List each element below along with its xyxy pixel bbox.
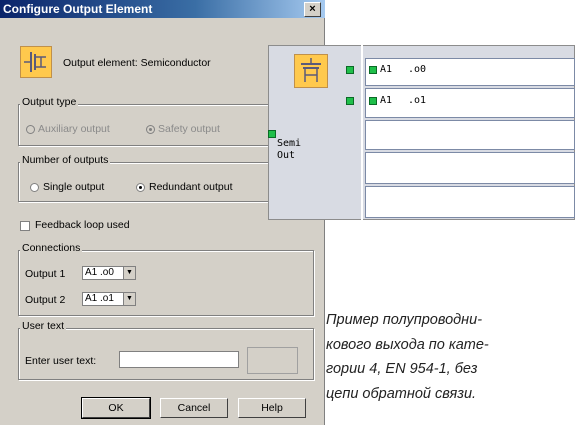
cancel-button[interactable]: Cancel: [160, 398, 228, 418]
help-button[interactable]: Help: [238, 398, 306, 418]
chevron-down-icon[interactable]: ▼: [123, 267, 135, 279]
output-2-address: A1: [380, 95, 393, 106]
output-1-address: A1: [380, 64, 393, 75]
element-type-label: Output element: Semiconductor: [63, 57, 211, 69]
auxiliary-output-label: Auxiliary output: [38, 123, 110, 135]
caption-line-1: Пример полупроводни-: [326, 312, 483, 328]
block-label-line1: Semi: [277, 138, 302, 149]
output-connector-2[interactable]: [346, 97, 354, 105]
caption-line-3: гории 4, EN 954-1, без: [326, 361, 478, 377]
single-output-radio[interactable]: [30, 183, 39, 192]
user-text-input[interactable]: [119, 351, 239, 368]
feedback-loop-checkbox[interactable]: [20, 221, 30, 231]
output-1-channel: .o0: [408, 64, 427, 75]
output-2-label: Output 2: [25, 294, 66, 306]
input-connector[interactable]: [268, 130, 276, 138]
user-text-preview: [247, 347, 298, 374]
user-text-label: User text: [20, 320, 67, 332]
redundant-output-radio[interactable]: [136, 183, 145, 192]
output-type-label: Output type: [20, 96, 79, 108]
output-connector-1[interactable]: [346, 66, 354, 74]
safety-output-label: Safety output: [158, 123, 220, 135]
output-row-2[interactable]: [365, 88, 575, 118]
output-row-5[interactable]: [365, 186, 575, 218]
ok-button[interactable]: OK: [81, 397, 151, 419]
output-1-label: Output 1: [25, 268, 66, 280]
caption-line-4: цепи обратной связи.: [326, 385, 477, 402]
output-row-3[interactable]: [365, 120, 575, 150]
caption-line-2: кового выхода по кате-: [326, 336, 489, 353]
semiconductor-icon: [20, 46, 52, 78]
single-output-label: Single output: [43, 181, 105, 193]
semiconductor-icon: [294, 54, 328, 88]
row-1-connector[interactable]: [369, 66, 377, 74]
output-row-1[interactable]: [365, 58, 575, 86]
number-of-outputs-label: Number of outputs: [20, 154, 111, 166]
output-1-value: A1 .o0: [85, 267, 114, 278]
caption: Пример полупроводни- кового выхода по ка…: [326, 308, 575, 406]
close-button[interactable]: ×: [304, 2, 321, 17]
enter-user-text-label: Enter user text:: [25, 355, 97, 367]
row-2-connector[interactable]: [369, 97, 377, 105]
output-1-select[interactable]: A1 .o0 ▼: [82, 266, 136, 280]
diagram-separator: [361, 45, 363, 220]
chevron-down-icon[interactable]: ▼: [123, 293, 135, 305]
safety-output-radio[interactable]: [146, 125, 155, 134]
auxiliary-output-radio[interactable]: [26, 125, 35, 134]
output-row-4[interactable]: [365, 152, 575, 184]
block-label-line2: Out: [277, 150, 296, 161]
output-2-channel: .o1: [408, 95, 427, 106]
feedback-loop-label: Feedback loop used: [35, 219, 130, 231]
dialog-title: Configure Output Element: [3, 2, 153, 16]
redundant-output-label: Redundant output: [149, 181, 233, 193]
connections-group: [18, 250, 314, 316]
connections-label: Connections: [20, 242, 83, 254]
output-2-select[interactable]: A1 .o1 ▼: [82, 292, 136, 306]
dialog-titlebar[interactable]: Configure Output Element ×: [0, 0, 325, 18]
output-2-value: A1 .o1: [85, 293, 114, 304]
